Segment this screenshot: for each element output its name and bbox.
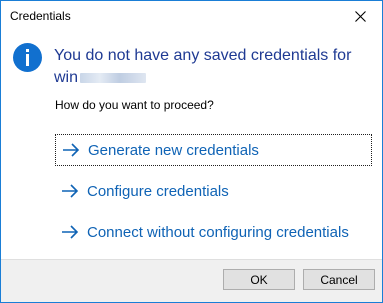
credentials-dialog: Credentials You do not have any saved cr…: [0, 0, 383, 303]
generate-credentials-label: Generate new credentials: [88, 141, 259, 159]
message-line1: You do not have any saved credentials fo…: [54, 47, 352, 64]
generate-credentials-link[interactable]: Generate new credentials: [55, 134, 372, 166]
close-button[interactable]: [338, 1, 382, 32]
title-bar: Credentials: [1, 1, 382, 32]
message-heading: You do not have any saved credentials fo…: [54, 45, 374, 89]
info-icon: [13, 43, 42, 72]
button-bar: OK Cancel: [1, 259, 382, 302]
connect-without-credentials-link[interactable]: Connect without configuring credentials: [55, 216, 349, 248]
message-line2-prefix: win: [54, 69, 79, 86]
connect-without-credentials-label: Connect without configuring credentials: [87, 223, 349, 241]
arrow-right-icon: [62, 225, 79, 239]
cancel-button[interactable]: Cancel: [303, 269, 375, 290]
ok-button[interactable]: OK: [223, 269, 295, 290]
configure-credentials-link[interactable]: Configure credentials: [55, 175, 229, 207]
redacted-hostname: [80, 72, 147, 83]
arrow-right-icon: [62, 184, 79, 198]
window-title: Credentials: [10, 9, 71, 23]
configure-credentials-label: Configure credentials: [87, 182, 229, 200]
arrow-right-icon: [63, 143, 80, 157]
question-text: How do you want to proceed?: [55, 98, 214, 112]
close-icon: [354, 11, 366, 22]
